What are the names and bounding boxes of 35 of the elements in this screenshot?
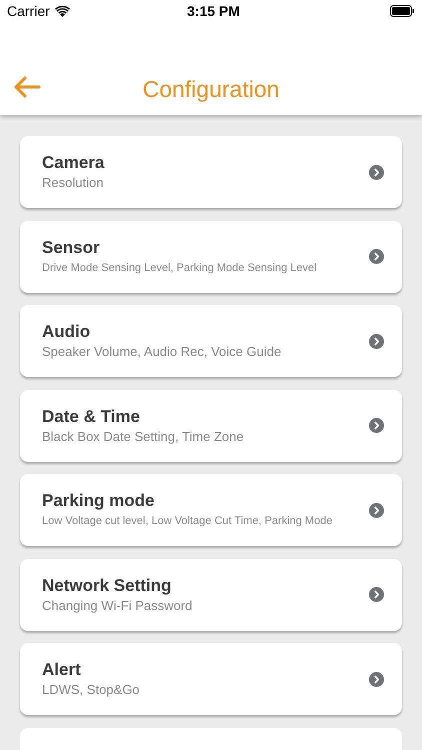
status-time: 3:15 PM	[187, 2, 240, 20]
back-button[interactable]	[12, 74, 42, 100]
card-subtitle: Black Box Date Setting, Time Zone	[42, 428, 244, 446]
card-subtitle: Drive Mode Sensing Level, Parking Mode Sensing Level	[42, 260, 317, 276]
chevron-right-icon	[369, 164, 384, 180]
chevron-right-icon	[369, 587, 384, 602]
card-title: Parking mode	[42, 490, 156, 512]
card-subtitle: Resolution	[42, 174, 104, 192]
card-subtitle: LDWS, Stop&Go	[42, 681, 140, 699]
settings-card[interactable]: Sensor Drive Mode Sensing Level, Parking Mode Sensing Level	[20, 220, 402, 292]
chevron-right-icon	[369, 334, 384, 348]
battery-icon	[390, 5, 415, 17]
card-title: Sensor	[42, 236, 101, 258]
chevron-right-icon	[369, 418, 384, 433]
card-title: Network Setting	[42, 574, 172, 596]
card-title: Date & Time	[42, 406, 141, 428]
wifi-icon	[54, 6, 70, 16]
chevron-right-icon	[369, 249, 384, 264]
settings-card[interactable]: Camera Resolution	[20, 136, 402, 208]
settings-card[interactable]: Parking mode Low Voltage cut level, Low Voltage Cut Time, Parking Mode	[20, 474, 402, 546]
card-subtitle: Speaker Volume, Audio Rec, Voice Guide	[42, 343, 282, 361]
card-title: Camera	[42, 152, 104, 174]
carrier-label: Carrier	[7, 2, 50, 20]
settings-card[interactable]: Date & Time Black Box Date Setting, Time Zone	[20, 390, 402, 462]
page-title: Configuration	[142, 75, 280, 104]
card-title: Audio	[42, 321, 92, 343]
back-arrow-icon	[13, 76, 41, 98]
settings-card[interactable]: Alert LDWS, Stop&Go	[20, 643, 402, 715]
card-subtitle: Low Voltage cut level, Low Voltage Cut Time, Parking Mode	[42, 514, 332, 529]
card-subtitle: Changing Wi-Fi Password	[42, 596, 192, 614]
settings-card[interactable]: Network Setting Changing Wi-Fi Password	[20, 558, 402, 630]
chevron-right-icon	[369, 502, 384, 518]
card-title: Alert	[42, 659, 82, 681]
chevron-right-icon	[369, 672, 384, 686]
settings-card[interactable]: Audio Speaker Volume, Audio Rec, Voice Guide	[20, 305, 402, 377]
